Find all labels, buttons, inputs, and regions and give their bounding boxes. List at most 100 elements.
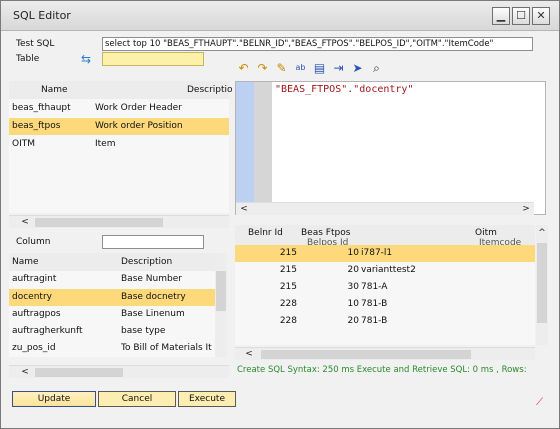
- columns-vscroll[interactable]: [215, 253, 227, 357]
- table-row-selected[interactable]: beas_ftpos Work order Position: [9, 118, 229, 135]
- minimize-button[interactable]: ▁: [492, 7, 510, 25]
- itemcode-cell: 781-B: [361, 299, 388, 309]
- window-title: SQL Editor: [13, 9, 71, 22]
- result-row[interactable]: 228 10 781-B: [235, 296, 535, 313]
- belnr-cell: 215: [279, 248, 297, 258]
- run-icon[interactable]: ➤: [349, 60, 366, 77]
- format-icon[interactable]: ✎: [273, 60, 290, 77]
- resize-grip-icon[interactable]: ⟋: [536, 397, 543, 408]
- update-button[interactable]: Update: [12, 391, 96, 407]
- belpos-cell: 20: [347, 316, 359, 326]
- line-marker-gutter: [236, 82, 254, 202]
- column-name-cell: auftragpos: [12, 309, 61, 319]
- belpos-cell: 20: [347, 265, 359, 275]
- close-button[interactable]: ✕: [532, 7, 550, 25]
- itemcode-cell: i787-l1: [361, 248, 393, 258]
- result-row[interactable]: 215 20 varianttest2: [235, 262, 535, 279]
- table-description-cell: Work Order Header: [95, 103, 182, 113]
- replace-icon[interactable]: ab: [292, 60, 309, 77]
- result-row-selected[interactable]: 215 10 i787-l1: [235, 245, 535, 262]
- column-row[interactable]: auftragint Base Number: [9, 271, 215, 288]
- column-header-name[interactable]: Name: [41, 85, 68, 95]
- column-row[interactable]: auftragpos Base Linenum: [9, 306, 215, 323]
- table-label: Table: [16, 54, 40, 64]
- column-header-beas-ftpos[interactable]: Beas Ftpos: [301, 228, 350, 238]
- scroll-right-icon[interactable]: >: [520, 203, 532, 216]
- column-input[interactable]: [102, 235, 204, 249]
- itemcode-cell: 781-A: [361, 282, 388, 292]
- table-name-cell: beas_fthaupt: [12, 103, 71, 113]
- column-subheader-belpos-id[interactable]: Belpos Id: [307, 238, 348, 245]
- column-description-cell: Base docnetry: [121, 292, 186, 302]
- column-row-selected[interactable]: docentry Base docnetry: [9, 289, 215, 306]
- itemcode-cell: 781-B: [361, 316, 388, 326]
- table-description-cell: Work order Position: [95, 121, 183, 131]
- results-grid: Belnr Id Beas Ftpos Oitm Belpos Id Itemc…: [235, 225, 535, 345]
- editor-hscroll[interactable]: < >: [236, 202, 534, 215]
- belnr-cell: 215: [279, 265, 297, 275]
- table-description-cell: Item: [95, 139, 116, 149]
- sql-code-text[interactable]: "BEAS_FTPOS"."docentry": [275, 84, 413, 95]
- column-description-cell: base type: [121, 326, 166, 336]
- status-text: Create SQL Syntax: 250 ms Execute and Re…: [237, 365, 527, 375]
- link-icon[interactable]: ⇆: [81, 52, 91, 66]
- result-row[interactable]: 228 20 781-B: [235, 313, 535, 330]
- maximize-button[interactable]: ☐: [512, 7, 530, 25]
- columns-grid: Name Description auftragint Base Number …: [9, 253, 215, 357]
- scroll-thumb[interactable]: [261, 350, 471, 359]
- columns-grid-header: Name Description: [9, 253, 215, 271]
- scroll-left-icon[interactable]: <: [238, 203, 250, 216]
- belpos-cell: 30: [347, 282, 359, 292]
- scroll-thumb[interactable]: [216, 271, 226, 311]
- scroll-left-icon[interactable]: <: [19, 216, 31, 229]
- tables-hscroll[interactable]: <: [9, 215, 229, 228]
- column-description-cell: To Bill of Materials It: [121, 343, 212, 353]
- redo-icon[interactable]: ↷: [254, 60, 271, 77]
- search-icon[interactable]: ⌕: [368, 60, 385, 77]
- belnr-cell: 215: [279, 282, 297, 292]
- table-row[interactable]: OITM Item: [9, 136, 229, 153]
- column-header-description[interactable]: Descriptio: [187, 85, 233, 95]
- line-number-gutter: [254, 82, 272, 202]
- undo-icon[interactable]: ↶: [235, 60, 252, 77]
- scroll-left-icon[interactable]: <: [19, 366, 31, 379]
- results-hscroll[interactable]: <: [235, 347, 535, 360]
- column-row[interactable]: zu_pos_id To Bill of Materials It: [9, 340, 215, 357]
- result-row[interactable]: 215 30 781-A: [235, 279, 535, 296]
- belpos-cell: 10: [347, 248, 359, 258]
- document-icon[interactable]: ▤: [311, 60, 328, 77]
- tables-grid: Name Descriptio beas_fthaupt Work Order …: [9, 81, 233, 213]
- test-sql-label: Test SQL: [16, 39, 55, 49]
- tables-grid-header: Name Descriptio: [9, 81, 233, 99]
- sql-code-editor[interactable]: "BEAS_FTPOS"."docentry" < >: [235, 81, 546, 215]
- cancel-button[interactable]: Cancel: [98, 391, 176, 407]
- column-header-oitm[interactable]: Oitm: [475, 228, 497, 238]
- scroll-thumb[interactable]: [537, 243, 547, 323]
- itemcode-cell: varianttest2: [361, 265, 416, 275]
- belnr-cell: 228: [279, 299, 297, 309]
- table-input[interactable]: [102, 52, 204, 66]
- belnr-cell: 228: [279, 316, 297, 326]
- column-header-name[interactable]: Name: [12, 257, 39, 267]
- column-row[interactable]: auftragherkunft base type: [9, 323, 215, 340]
- table-name-cell: OITM: [12, 139, 36, 149]
- test-sql-input[interactable]: select top 10 "BEAS_FTHAUPT"."BELNR_ID",…: [102, 37, 533, 51]
- table-name-cell: beas_ftpos: [12, 121, 61, 131]
- column-subheader-itemcode[interactable]: Itemcode: [479, 238, 521, 245]
- column-name-cell: auftragint: [12, 274, 57, 284]
- execute-button[interactable]: Execute: [178, 391, 236, 407]
- indent-icon[interactable]: ⇥: [330, 60, 347, 77]
- column-header-belnr-id[interactable]: Belnr Id: [248, 228, 283, 238]
- results-vscroll[interactable]: ^: [536, 225, 548, 345]
- table-row[interactable]: beas_fthaupt Work Order Header: [9, 100, 229, 117]
- column-name-cell: auftragherkunft: [12, 326, 83, 336]
- scroll-thumb[interactable]: [35, 218, 163, 227]
- column-header-description[interactable]: Description: [121, 257, 172, 267]
- sql-editor-window: SQL Editor ▁ ☐ ✕ Test SQL select top 10 …: [0, 0, 560, 429]
- scroll-up-icon[interactable]: ^: [536, 227, 548, 240]
- columns-hscroll[interactable]: <: [9, 365, 229, 378]
- scroll-left-icon[interactable]: <: [243, 348, 255, 361]
- title-bar: SQL Editor ▁ ☐ ✕: [1, 1, 559, 31]
- scroll-thumb[interactable]: [35, 368, 123, 377]
- results-grid-header: Belnr Id Beas Ftpos Oitm Belpos Id Itemc…: [235, 225, 535, 245]
